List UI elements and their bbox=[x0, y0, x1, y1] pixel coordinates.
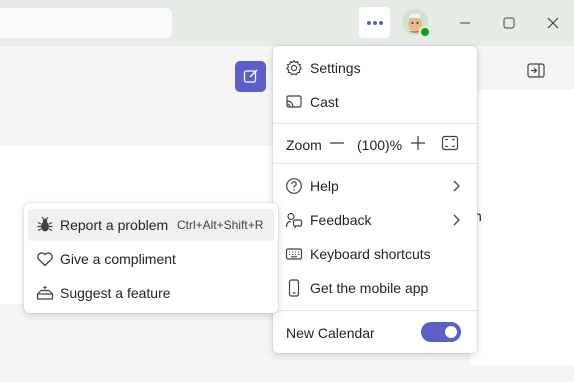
menu-item-help[interactable]: Help bbox=[273, 170, 477, 202]
minus-icon bbox=[330, 142, 344, 144]
more-dot bbox=[379, 21, 383, 25]
zoom-in-button[interactable] bbox=[410, 135, 426, 151]
close-window-button[interactable] bbox=[540, 10, 566, 36]
keyboard-shortcut-hint: Ctrl+Alt+Shift+R bbox=[177, 218, 264, 232]
feedback-submenu: Report a problem Ctrl+Alt+Shift+R Give a… bbox=[24, 203, 278, 313]
more-options-button[interactable] bbox=[359, 7, 390, 38]
menu-divider bbox=[273, 123, 477, 124]
menu-item-settings[interactable]: Settings bbox=[273, 52, 477, 84]
presence-available-badge bbox=[419, 26, 431, 38]
menu-divider bbox=[273, 310, 477, 311]
chevron-right-icon bbox=[453, 180, 460, 192]
menu-item-label: Get the mobile app bbox=[310, 280, 429, 296]
submenu-item-label: Give a compliment bbox=[60, 251, 176, 267]
new-calendar-toggle[interactable] bbox=[421, 322, 461, 342]
menu-divider bbox=[273, 163, 477, 164]
fit-screen-icon bbox=[441, 135, 459, 151]
menu-item-get-mobile-app[interactable]: Get the mobile app bbox=[273, 272, 477, 304]
submenu-item-label: Report a problem bbox=[60, 217, 169, 233]
phone-icon bbox=[288, 279, 300, 297]
new-calendar-label: New Calendar bbox=[286, 325, 375, 341]
fit-to-screen-button[interactable] bbox=[441, 135, 459, 151]
menu-item-label: Help bbox=[310, 178, 339, 194]
compose-button[interactable] bbox=[235, 61, 266, 92]
submenu-item-report-problem[interactable]: Report a problem Ctrl+Alt+Shift+R bbox=[28, 209, 274, 241]
question-circle-icon bbox=[286, 178, 302, 194]
compose-icon bbox=[243, 69, 258, 83]
more-dot bbox=[367, 21, 371, 25]
settings-and-more-menu: Settings Cast Zoom (100)% Help Feedback … bbox=[273, 46, 477, 353]
zoom-out-button[interactable] bbox=[329, 135, 345, 151]
sparkle-box-icon bbox=[36, 285, 54, 300]
gear-icon bbox=[285, 59, 303, 76]
menu-item-label: Cast bbox=[310, 94, 339, 110]
minimize-button[interactable] bbox=[452, 10, 478, 36]
maximize-button[interactable] bbox=[496, 10, 522, 36]
zoom-value: (100)% bbox=[357, 137, 403, 153]
search-input[interactable] bbox=[0, 8, 172, 38]
plus-icon bbox=[411, 136, 425, 150]
right-panel bbox=[470, 90, 574, 365]
submenu-item-give-compliment[interactable]: Give a compliment bbox=[28, 243, 274, 275]
title-bar bbox=[0, 0, 574, 46]
keyboard-icon bbox=[285, 248, 303, 260]
menu-item-keyboard-shortcuts[interactable]: Keyboard shortcuts bbox=[273, 238, 477, 270]
side-panel-icon bbox=[527, 63, 545, 78]
toggle-knob bbox=[445, 326, 457, 338]
bug-icon bbox=[37, 216, 53, 232]
feedback-icon bbox=[285, 212, 303, 229]
menu-item-feedback[interactable]: Feedback bbox=[273, 204, 477, 236]
menu-item-label: Settings bbox=[310, 60, 361, 76]
zoom-label: Zoom bbox=[286, 137, 322, 153]
menu-item-cast[interactable]: Cast bbox=[273, 86, 477, 118]
heart-icon bbox=[37, 252, 53, 267]
menu-item-label: Feedback bbox=[310, 212, 372, 228]
close-icon bbox=[547, 17, 559, 29]
side-panel-toggle[interactable] bbox=[526, 62, 546, 80]
maximize-icon bbox=[503, 17, 515, 29]
minimize-icon bbox=[460, 22, 470, 24]
menu-item-label: Keyboard shortcuts bbox=[310, 246, 431, 262]
more-dot bbox=[373, 21, 377, 25]
chevron-right-icon bbox=[453, 214, 460, 226]
submenu-item-label: Suggest a feature bbox=[60, 285, 171, 301]
submenu-item-suggest-feature[interactable]: Suggest a feature bbox=[28, 277, 274, 309]
cast-icon bbox=[286, 95, 302, 108]
